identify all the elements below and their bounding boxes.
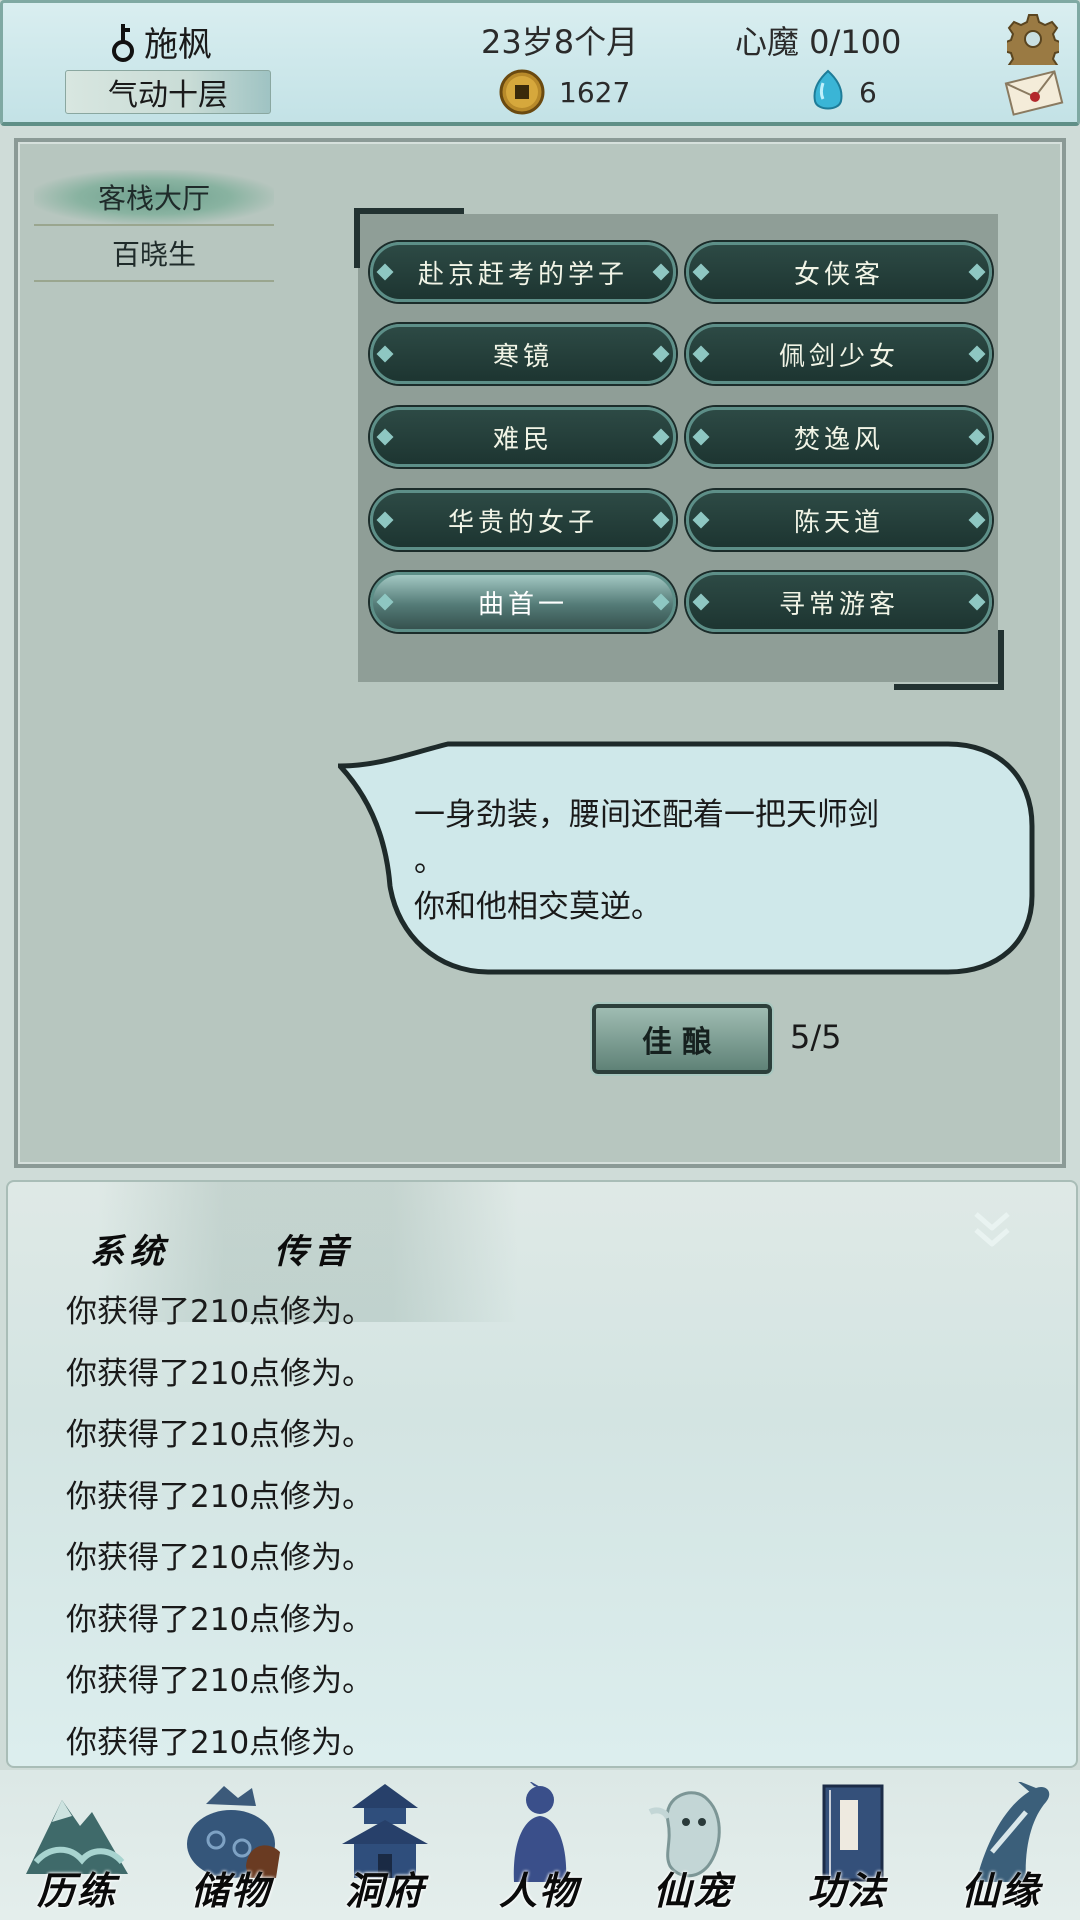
tab-system[interactable]: 系统 <box>72 1224 202 1273</box>
mail-icon[interactable] <box>1003 69 1065 117</box>
nav-immortal-fate[interactable]: 仙缘 <box>926 1770 1076 1920</box>
log-message: 你获得了210点修为。 <box>66 1724 374 1761</box>
log-message: 你获得了210点修为。 <box>66 1478 374 1515</box>
nav-training[interactable]: 历练 <box>2 1770 152 1920</box>
copper-coin-icon <box>499 69 545 115</box>
spirit-stone-value: 6 <box>859 75 877 109</box>
nav-character-label: 人物 <box>498 1868 579 1913</box>
heart-demon-counter: 心魔 0/100 <box>735 23 902 61</box>
tab-whisper-label: 传音 <box>274 1232 354 1272</box>
npc-button[interactable]: 华贵的女子 <box>370 490 676 550</box>
bottom-navigation: 历练 储物 洞府 人物 仙宠 功法 仙缘 <box>0 1770 1080 1920</box>
gift-remaining-count: 5/5 <box>790 1018 842 1056</box>
nav-training-label: 历练 <box>36 1868 117 1913</box>
npc-button[interactable]: 寒镜 <box>370 324 676 384</box>
npc-list: 赴京赶考的学子 女侠客 寒镜 佩剑少女 难民 焚逸风 华贵的女子 陈天道 曲首一… <box>354 208 1004 690</box>
location-list: 客栈大厅 百晓生 <box>34 170 274 282</box>
tab-whisper[interactable]: 传音 <box>256 1224 386 1273</box>
npc-button[interactable]: 寻常游客 <box>686 572 992 632</box>
dialog-line: 你和他相交莫逆。 <box>414 889 662 925</box>
log-message: 你获得了210点修为。 <box>66 1663 374 1699</box>
nav-spirit-pet-label: 仙宠 <box>652 1868 733 1913</box>
location-tab-inn-hall[interactable]: 客栈大厅 <box>34 170 274 226</box>
npc-button[interactable]: 难民 <box>370 407 676 467</box>
status-header: 施枫 气动十层 23岁8个月 心魔 0/100 1627 6 <box>0 0 1080 126</box>
tab-system-label: 系统 <box>90 1232 170 1272</box>
message-log-panel: 系统 传音 你获得了210点修为。 你获得了210点修为。 你获得了210点修为… <box>6 1180 1078 1768</box>
nav-cave-dwelling[interactable]: 洞府 <box>310 1770 460 1920</box>
npc-button-selected[interactable]: 曲首一 <box>370 572 676 632</box>
spirit-stone-balance: 6 <box>811 69 877 115</box>
dialog-line: 。 <box>414 843 445 879</box>
player-name: 施枫 <box>144 25 212 65</box>
npc-button[interactable]: 陈天道 <box>686 490 992 550</box>
double-chevron-down-icon[interactable] <box>970 1206 1014 1250</box>
log-message: 你获得了210点修为。 <box>66 1601 374 1638</box>
npc-button[interactable]: 焚逸风 <box>686 407 992 467</box>
npc-button[interactable]: 赴京赶考的学子 <box>370 242 676 302</box>
player-age: 23岁8个月 <box>481 23 639 61</box>
npc-button[interactable]: 佩剑少女 <box>686 324 992 384</box>
nav-character[interactable]: 人物 <box>464 1770 614 1920</box>
log-message: 你获得了210点修为。 <box>66 1417 374 1453</box>
player-info[interactable]: 施枫 <box>108 17 212 66</box>
frame-corner-decoration <box>894 630 1004 690</box>
male-symbol-icon <box>112 23 134 62</box>
spirit-stone-icon <box>813 69 843 110</box>
npc-button[interactable]: 女侠客 <box>686 242 992 302</box>
nav-cultivation-method-label: 功法 <box>806 1868 887 1913</box>
cultivation-realm-badge[interactable]: 气动十层 <box>65 70 271 114</box>
nav-spirit-pet[interactable]: 仙宠 <box>618 1770 768 1920</box>
dialog-text: 一身劲装，腰间还配着一把天师剑 。 你和他相交莫逆。 <box>414 792 1004 930</box>
coin-balance: 1627 <box>499 69 630 115</box>
nav-storage[interactable]: 储物 <box>156 1770 306 1920</box>
nav-storage-label: 储物 <box>190 1868 271 1913</box>
log-message-list[interactable]: 你获得了210点修为。 你获得了210点修为。 你获得了210点修为。 你获得了… <box>66 1282 374 1766</box>
nav-immortal-fate-label: 仙缘 <box>960 1868 1041 1913</box>
nav-cave-dwelling-label: 洞府 <box>344 1868 425 1913</box>
dialog-line: 一身劲装，腰间还配着一把天师剑 <box>414 797 879 833</box>
inn-scene-panel: 客栈大厅 百晓生 赴京赶考的学子 女侠客 寒镜 佩剑少女 难民 焚逸风 华贵的女… <box>14 138 1066 1168</box>
log-message: 你获得了210点修为。 <box>66 1355 374 1392</box>
log-message: 你获得了210点修为。 <box>66 1294 374 1330</box>
gift-wine-button[interactable]: 佳酿 <box>590 1002 774 1076</box>
log-message: 你获得了210点修为。 <box>66 1540 374 1576</box>
coin-value: 1627 <box>559 75 631 109</box>
gear-icon[interactable] <box>1007 13 1059 65</box>
npc-dialog-bubble: 一身劲装，腰间还配着一把天师剑 。 你和他相交莫逆。 <box>338 736 1038 982</box>
location-tab-informant[interactable]: 百晓生 <box>34 226 274 282</box>
nav-cultivation-method[interactable]: 功法 <box>772 1770 922 1920</box>
